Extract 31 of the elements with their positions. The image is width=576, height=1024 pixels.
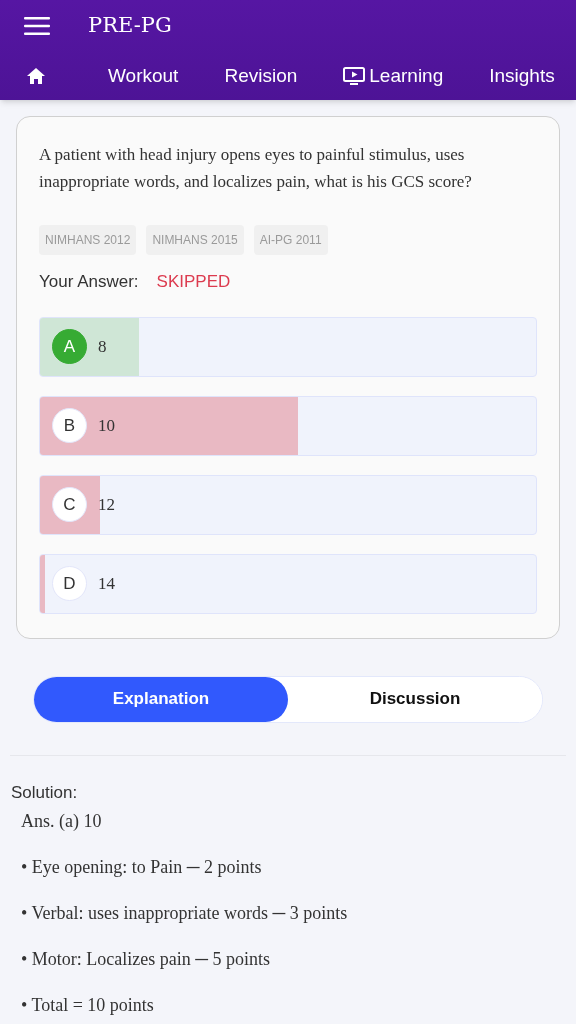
explanation-point: • Verbal: uses inappropriate words ─ 3 points — [21, 902, 349, 925]
option-bar[interactable]: B 10 — [39, 395, 537, 456]
option-text: 12 — [98, 493, 115, 516]
section-tab[interactable]: Explanation — [34, 676, 288, 722]
option-text: 10 — [98, 414, 115, 437]
option-bar[interactable]: C 12 — [39, 474, 537, 535]
nav-tab[interactable]: Workout — [108, 61, 179, 91]
exam-tag: NIMHANS 2015 — [146, 225, 244, 255]
explanation-point: • Eye opening: to Pain ─ 2 points — [21, 856, 263, 879]
answer-line: Ans. (a) 10 — [21, 810, 103, 833]
section-tab[interactable]: Discussion — [288, 676, 542, 722]
home-icon — [26, 67, 46, 85]
app-title: PRE-PG — [88, 12, 172, 40]
nav-tab[interactable]: Learning — [343, 61, 444, 91]
explanation-point: • Total = 10 points — [21, 994, 155, 1017]
answer-label: Your Answer: — [39, 271, 139, 293]
answer-status: SKIPPED — [156, 271, 231, 293]
exam-tag: NIMHANS 2012 — [39, 225, 137, 255]
menu-icon[interactable] — [24, 17, 50, 35]
option-bar[interactable]: D 14 — [39, 553, 537, 614]
play-screen-icon — [343, 66, 366, 86]
nav-tab[interactable]: Revision — [224, 61, 298, 91]
option-text: 14 — [98, 572, 115, 595]
option-bar[interactable]: A 8 — [39, 316, 537, 377]
nav-tab[interactable]: Insights — [489, 61, 555, 91]
option-text: 8 — [98, 335, 107, 358]
solution-heading: Solution: — [11, 781, 79, 804]
explanation-point: • Motor: Localizes pain ─ 5 points — [21, 948, 271, 971]
option-letter: D — [52, 566, 87, 601]
question-text: A patient with head injury opens eyes to painful stimulus, uses inappropriate words, and localizes pain, what is his GCS score? — [39, 144, 473, 193]
exam-tag: AI-PG 2011 — [253, 225, 328, 255]
